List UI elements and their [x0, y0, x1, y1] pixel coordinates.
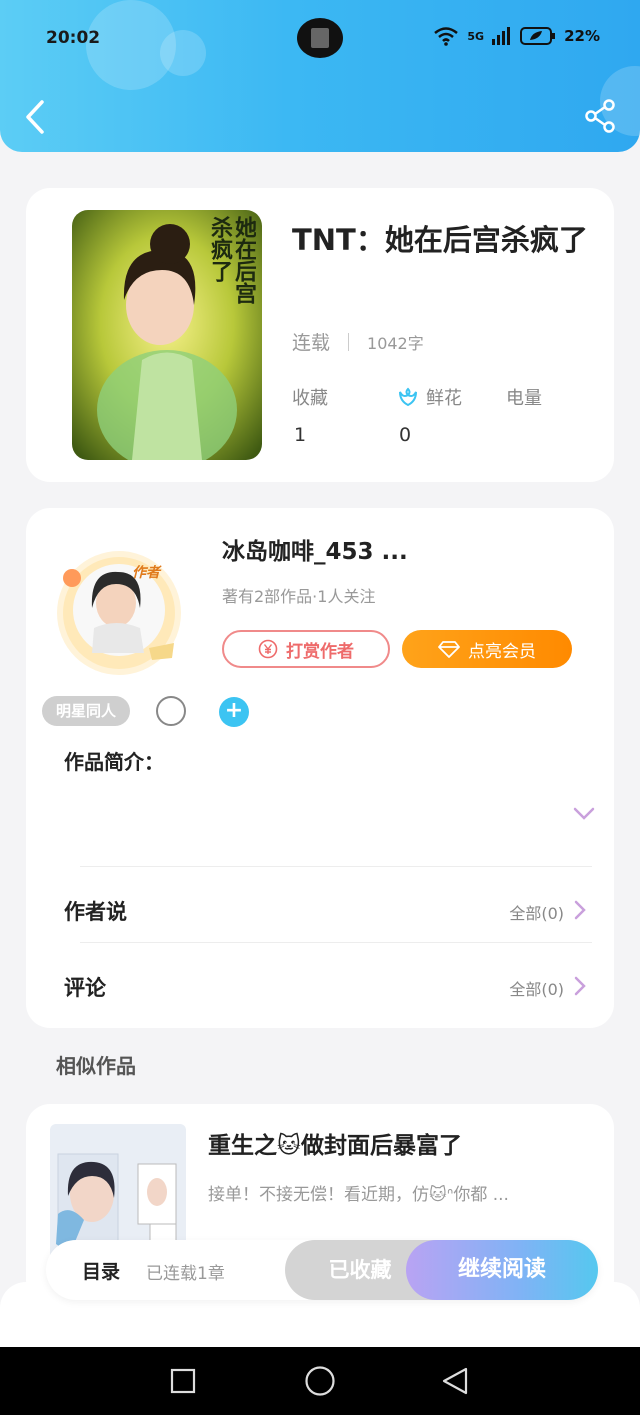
home-icon[interactable]: [304, 1365, 336, 1397]
flower-icon: [399, 387, 417, 407]
book-info-card: 她在后宫杀疯了 TNT：她在后宫杀疯了 连载 1042字 收藏 1 鲜花 0 电…: [26, 188, 614, 482]
similar-work-desc: 接单！不接无偿！看近期，仿🐱ᐢ你都 ...: [208, 1185, 509, 1205]
word-count: 1042字: [367, 333, 424, 353]
power-label: 电量: [506, 388, 542, 409]
book-title: TNT：她在后宫杀疯了: [292, 223, 588, 257]
chevron-right-icon[interactable]: [574, 976, 586, 996]
back-button[interactable]: [18, 96, 54, 138]
flowers-count: 0: [399, 424, 412, 446]
tip-author-label: 打赏作者: [286, 641, 354, 662]
favorites-label: 收藏: [292, 388, 328, 409]
comments-all[interactable]: 全部(0): [509, 976, 564, 1000]
author-avatar[interactable]: 作者: [54, 548, 184, 678]
signal-icon: [492, 27, 511, 45]
divider: [80, 866, 592, 867]
status-time: 20:02: [46, 28, 101, 48]
system-nav-bar: [0, 1347, 640, 1415]
divider: [348, 332, 350, 351]
comments-label[interactable]: 评论: [64, 972, 106, 1002]
similar-work-title: 重生之🐱做封面后暴富了: [208, 1133, 462, 1159]
similar-works-title: 相似作品: [56, 1054, 136, 1078]
vip-button[interactable]: 点亮会员: [402, 630, 572, 668]
share-button[interactable]: [582, 98, 618, 134]
toc-button[interactable]: 目录: [82, 1257, 120, 1284]
book-cover[interactable]: 她在后宫杀疯了: [72, 210, 262, 460]
battery-level: 22%: [564, 27, 600, 45]
category-tag[interactable]: 明星同人: [42, 696, 131, 726]
continue-reading-button[interactable]: 继续阅读: [406, 1240, 598, 1300]
book-status-row: 连载 1042字: [292, 328, 424, 355]
serial-progress: 已连载1章: [146, 1264, 225, 1284]
divider: [80, 942, 592, 943]
diamond-icon: [438, 641, 460, 658]
author-badge: 作者: [132, 565, 160, 581]
back-nav-icon[interactable]: [440, 1366, 470, 1396]
serial-status: 连载: [292, 332, 331, 354]
author-card: 作者 冰岛咖啡_453 ... 著有2部作品·1人关注 打赏作者 点亮会员 明星…: [26, 508, 614, 1028]
intro-label: 作品简介：: [64, 750, 164, 774]
network-type: 5G: [467, 29, 485, 43]
battery-icon: [520, 27, 556, 45]
expand-chevron-icon[interactable]: [572, 806, 596, 822]
recent-apps-icon[interactable]: [170, 1368, 196, 1394]
wifi-icon: [434, 27, 459, 46]
author-summary: 著有2部作品·1人关注: [222, 587, 376, 606]
favorites-count: 1: [294, 424, 307, 446]
flowers-label: 鲜花: [426, 388, 462, 409]
bottom-action-bar: 目录 已连载1章 已收藏 继续阅读: [46, 1240, 598, 1300]
author-says-label[interactable]: 作者说: [64, 896, 127, 926]
author-name[interactable]: 冰岛咖啡_453 ...: [222, 532, 408, 566]
add-tag-button[interactable]: +: [219, 697, 249, 727]
decor-bubble: [160, 30, 206, 76]
front-camera: [297, 18, 343, 58]
yen-coin-icon: [258, 639, 278, 659]
chevron-right-icon[interactable]: [574, 900, 586, 920]
cover-title-text: 她在后宫杀疯了: [208, 216, 256, 304]
top-header: 20:02 5G 22%: [0, 0, 640, 152]
vip-label: 点亮会员: [468, 641, 536, 662]
tip-author-button[interactable]: 打赏作者: [222, 630, 390, 668]
author-says-all[interactable]: 全部(0): [509, 900, 564, 924]
empty-tag-circle[interactable]: [156, 696, 186, 726]
status-icons: 5G 22%: [433, 26, 600, 46]
author-avatar-image: [57, 551, 181, 675]
